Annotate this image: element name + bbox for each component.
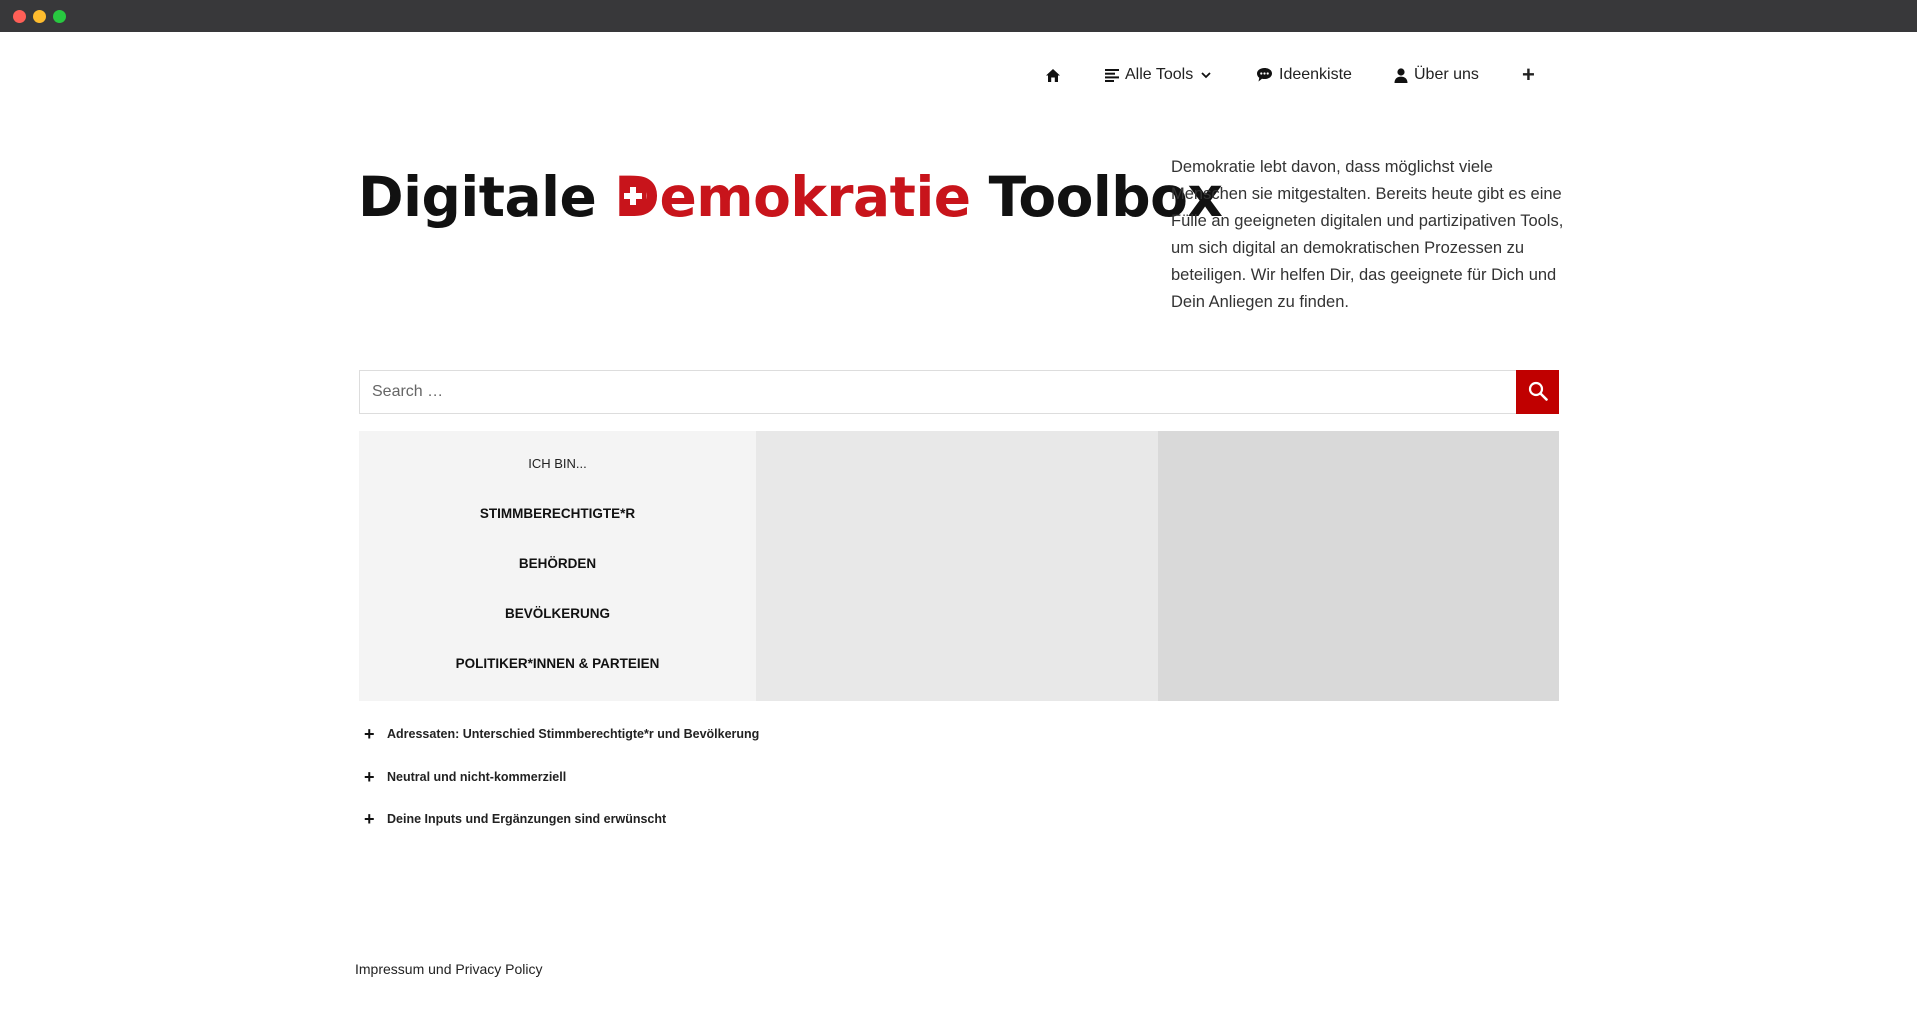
list-icon — [1105, 68, 1119, 82]
accordion-label: Deine Inputs und Ergänzungen sind erwüns… — [387, 812, 667, 826]
filter-column-3 — [1158, 431, 1559, 701]
site-logo[interactable]: Digitale D emokratie Toolbox — [358, 162, 1223, 232]
audience-heading: ICH BIN... — [528, 456, 587, 471]
info-accordion: + Adressaten: Unterschied Stimmberechtig… — [364, 724, 1064, 852]
close-window-button[interactable] — [13, 10, 26, 23]
home-icon — [1045, 68, 1061, 83]
nav-plus-button[interactable]: + — [1522, 60, 1535, 90]
user-icon — [1394, 67, 1408, 83]
audience-column: ICH BIN... STIMMBERECHTIGTE*R BEHÖRDEN B… — [359, 431, 756, 701]
logo-text-digitale: Digitale — [358, 165, 597, 229]
accordion-label: Adressaten: Unterschied Stimmberechtigte… — [387, 727, 760, 741]
accordion-label: Neutral und nicht-kommerziell — [387, 769, 567, 784]
accordion-item[interactable]: + Neutral und nicht-kommerziell — [364, 767, 1064, 787]
audience-behoerden[interactable]: BEHÖRDEN — [519, 556, 596, 572]
search-button[interactable] — [1516, 370, 1559, 414]
audience-bevoelkerung[interactable]: BEVÖLKERUNG — [505, 606, 610, 622]
search-form — [359, 370, 1559, 414]
accordion-item[interactable]: + Adressaten: Unterschied Stimmberechtig… — [364, 724, 1064, 744]
nav-home-link[interactable] — [1045, 60, 1061, 90]
audience-politiker-parteien[interactable]: POLITIKER*INNEN & PARTEIEN — [456, 656, 660, 672]
nav-ueber-uns[interactable]: Über uns — [1394, 60, 1479, 90]
plus-icon: + — [1522, 62, 1535, 87]
plus-icon: + — [364, 724, 375, 744]
footer-impressum-link[interactable]: Impressum und Privacy Policy — [355, 961, 543, 977]
nav-alle-tools-label: Alle Tools — [1125, 66, 1194, 83]
logo-text-demokratie: emokratie — [659, 165, 971, 229]
nav-ueber-uns-label: Über uns — [1414, 66, 1479, 83]
nav-alle-tools[interactable]: Alle Tools — [1105, 60, 1211, 90]
maximize-window-button[interactable] — [53, 10, 66, 23]
plus-icon: + — [364, 809, 375, 829]
minimize-window-button[interactable] — [33, 10, 46, 23]
nav-ideenkiste[interactable]: Ideenkiste — [1256, 60, 1352, 90]
swiss-cross-icon — [620, 183, 647, 209]
accordion-item[interactable]: + Deine Inputs und Ergänzungen sind erwü… — [364, 809, 1064, 829]
window-titlebar — [0, 0, 1917, 32]
audience-stimmberechtigte[interactable]: STIMMBERECHTIGTE*R — [480, 506, 635, 522]
main-nav: Alle Tools Ideenkiste Über uns + — [0, 60, 1917, 90]
intro-text: Demokratie lebt davon, dass möglichst vi… — [1171, 158, 1564, 311]
search-icon — [1528, 381, 1548, 404]
chevron-down-icon — [1201, 71, 1211, 79]
nav-ideenkiste-label: Ideenkiste — [1279, 66, 1352, 83]
speech-bubble-icon — [1256, 67, 1273, 83]
logo-cross-d: D — [614, 165, 660, 229]
filter-column-2 — [756, 431, 1158, 701]
audience-selector: ICH BIN... STIMMBERECHTIGTE*R BEHÖRDEN B… — [359, 431, 1559, 701]
search-input[interactable] — [359, 370, 1516, 414]
plus-icon: + — [364, 766, 375, 787]
